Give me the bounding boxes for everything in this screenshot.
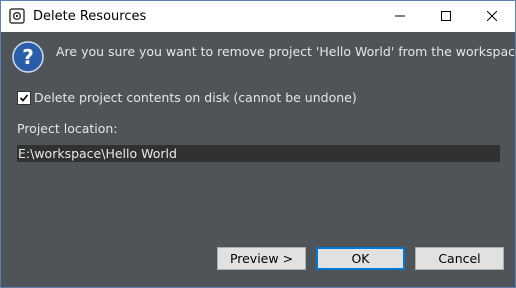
- close-icon: [486, 10, 498, 24]
- minimize-icon: [395, 10, 405, 24]
- ok-button[interactable]: OK: [316, 247, 405, 270]
- close-button[interactable]: [469, 1, 515, 32]
- delete-resources-dialog: Delete Resources ? Are you sure you want…: [0, 0, 516, 288]
- title-bar[interactable]: Delete Resources: [1, 1, 515, 32]
- window-title: Delete Resources: [33, 9, 147, 24]
- checkmark-icon: [19, 93, 29, 102]
- maximize-button[interactable]: [423, 1, 469, 32]
- question-icon: ?: [12, 41, 44, 73]
- delete-contents-label[interactable]: Delete project contents on disk (cannot …: [34, 90, 357, 105]
- maximize-icon: [441, 10, 451, 24]
- minimize-button[interactable]: [377, 1, 423, 32]
- project-location-label: Project location:: [17, 121, 118, 136]
- dialog-content: ? Are you sure you want to remove projec…: [1, 32, 516, 287]
- delete-contents-option[interactable]: Delete project contents on disk (cannot …: [17, 90, 357, 105]
- preview-button[interactable]: Preview >: [217, 247, 306, 270]
- eclipse-app-icon: [9, 8, 25, 24]
- delete-contents-checkbox[interactable]: [17, 90, 31, 105]
- confirmation-message: Are you sure you want to remove project …: [56, 44, 516, 59]
- cancel-button[interactable]: Cancel: [415, 247, 504, 270]
- project-location-field: E:\workspace\Hello World: [17, 145, 500, 162]
- svg-text:?: ?: [22, 45, 34, 69]
